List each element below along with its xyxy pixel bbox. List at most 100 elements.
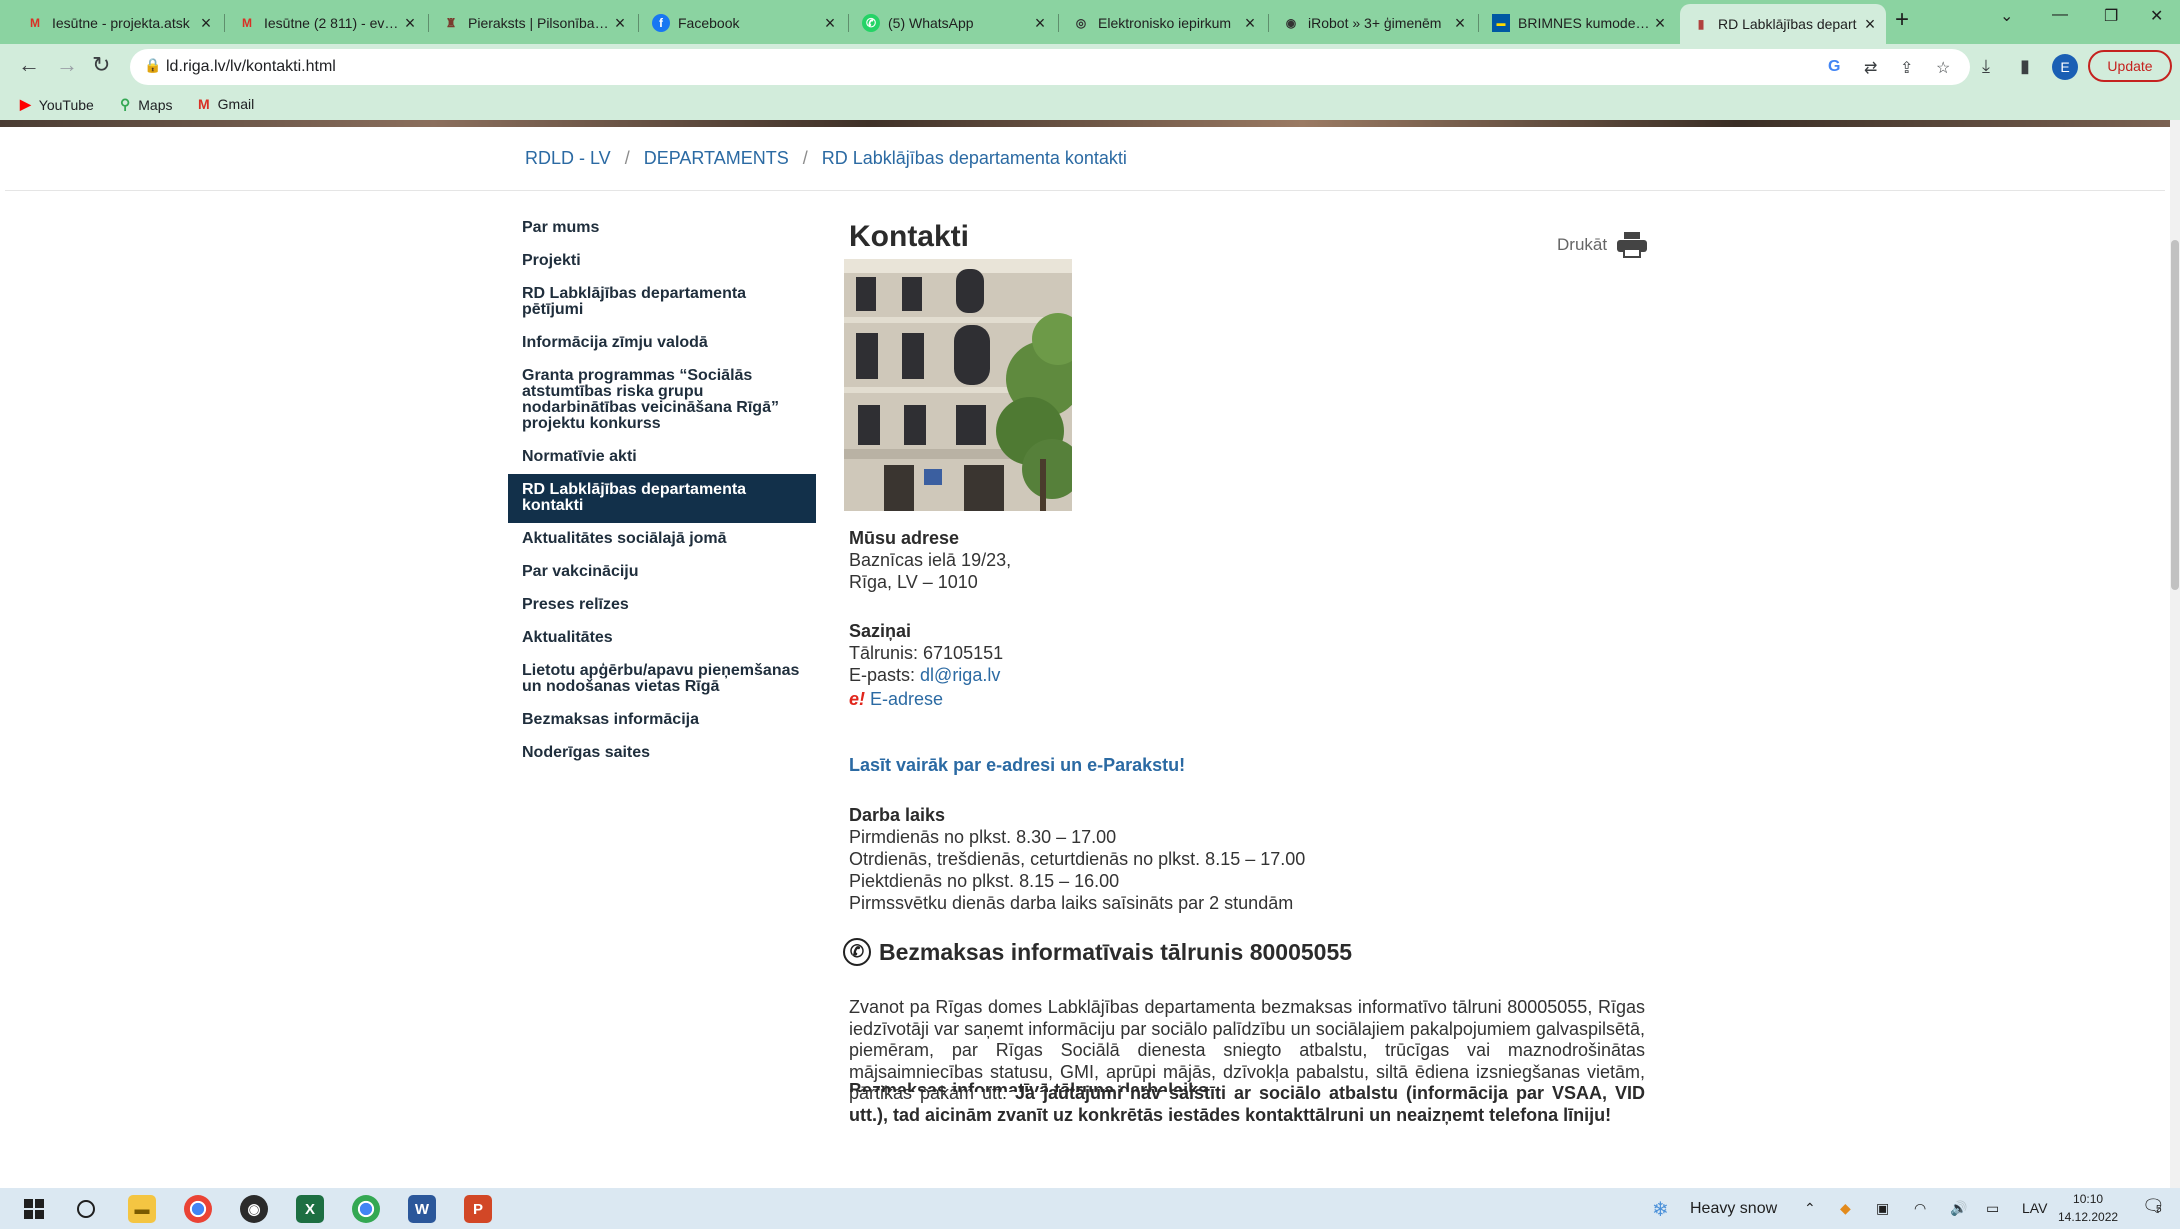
browser-tab-active[interactable]: ▮ RD Labklājības depart × [1680,4,1886,44]
bookmark-star-icon[interactable]: ☆ [1936,58,1950,78]
sidenav-item-active[interactable]: RD Labklājības departamenta kontakti [508,474,816,523]
clock[interactable]: 10:10 14.12.2022 [2058,1190,2118,1226]
address-bar[interactable]: 🔒 ld.riga.lv/lv/kontakti.html G ⇄ ⇪ ☆ [130,49,1970,85]
tab-title: Iesūtne (2 811) - evija. [264,15,400,31]
bookmark-youtube[interactable]: ▶ YouTube [20,96,94,113]
hotline-heading: ✆ Bezmaksas informatīvais tālrunis 80005… [843,938,1352,966]
tab-title: (5) WhatsApp [888,15,974,31]
browser-tab[interactable]: ▬ BRIMNES kumode ar 3 × [1480,6,1676,40]
chevron-up-icon[interactable]: ⌃ [1804,1200,1816,1217]
forward-icon[interactable]: → [56,52,78,78]
close-icon[interactable]: × [400,13,420,34]
scrollbar[interactable] [2170,120,2180,1188]
close-icon[interactable]: × [820,13,840,34]
hours-line: Pirmdienās no plkst. 8.30 – 17.00 [849,827,1117,847]
sidenav-item[interactable]: Par vakcināciju [508,556,816,589]
download-icon[interactable]: ⤓ [1982,56,1990,77]
tab-divider [1268,14,1269,32]
browser-tab[interactable]: ◎ Elektronisko iepirkum × [1060,6,1266,40]
back-icon[interactable]: ← [18,52,40,78]
e-address-icon: e! [849,689,866,709]
bookmark-gmail[interactable]: M Gmail [198,96,254,112]
close-icon[interactable]: × [1650,13,1670,34]
side-panel-icon[interactable]: ▮ [2020,56,2030,77]
share-icon[interactable]: ⇪ [1900,58,1913,78]
read-more-link[interactable]: Lasīt vairāk par e-adresi un e-Parakstu! [849,755,1185,775]
close-icon[interactable]: × [1030,13,1050,34]
email-label: E-pasts: [849,665,921,685]
search-icon[interactable] [72,1195,100,1223]
profile-avatar[interactable]: E [2052,54,2078,80]
breadcrumb-link[interactable]: DEPARTAMENTS [644,148,789,169]
address-section: Mūsu adrese Baznīcas ielā 19/23, Rīga, L… [849,527,1011,593]
browser-tab[interactable]: f Facebook × [640,6,846,40]
close-window-icon[interactable]: ✕ [2150,6,2163,26]
email-link[interactable]: dl@riga.lv [920,665,1000,685]
sidenav-item[interactable]: Informācija zīmju valodā [508,327,816,360]
gmail-icon: M [198,96,210,112]
read-more-row: Lasīt vairāk par e-adresi un e-Parakstu! [849,754,1185,776]
translate-icon[interactable]: ⇄ [1864,58,1877,78]
file-explorer-icon[interactable]: ▬ [128,1195,156,1223]
language-indicator[interactable]: LAV [2022,1200,2047,1216]
snow-weather-icon[interactable]: ❄ [1652,1197,1669,1222]
header-banner-image [0,120,2170,127]
close-icon[interactable]: × [1860,14,1880,35]
app-tray-icon[interactable]: ◆ [1840,1200,1851,1217]
wifi-icon[interactable]: ◠ [1914,1200,1926,1217]
tab-title: iRobot » 3+ ģimenēm [1308,15,1442,31]
display-icon[interactable]: ▣ [1876,1200,1889,1217]
print-button[interactable]: Drukāt [1557,232,1648,258]
page-title: Kontakti [849,220,969,253]
tab-search-icon[interactable]: ⌄ [2000,6,2013,26]
close-icon[interactable]: × [196,13,216,34]
sidenav-item[interactable]: Noderīgas saites [508,737,816,770]
bookmark-maps[interactable]: ⚲ Maps [120,96,173,113]
browser-tab[interactable]: ◉ iRobot » 3+ ģimenēm × [1270,6,1476,40]
battery-icon[interactable]: ▭ [1986,1200,1999,1217]
start-button[interactable] [20,1195,48,1223]
sidenav-item[interactable]: Aktualitātes [508,622,816,655]
powerpoint-icon[interactable]: P [464,1195,492,1223]
sidenav-item[interactable]: Aktualitātes sociālajā jomā [508,523,816,556]
restore-icon[interactable]: ❐ [2104,6,2118,26]
breadcrumb-link[interactable]: RDLD - LV [525,148,611,169]
volume-icon[interactable]: 🔊 [1950,1200,1967,1217]
sidenav-item[interactable]: Bezmaksas informācija [508,704,816,737]
scrollbar-thumb[interactable] [2171,240,2179,590]
close-icon[interactable]: × [1240,13,1260,34]
new-tab-button[interactable]: + [1895,6,1909,34]
browser-tab[interactable]: M Iesūtne (2 811) - evija. × [226,6,426,40]
weather-text[interactable]: Heavy snow [1690,1200,1777,1218]
eaddress-link[interactable]: E-adrese [870,689,943,709]
tab-divider [224,14,225,32]
close-icon[interactable]: × [1450,13,1470,34]
word-icon[interactable]: W [408,1195,436,1223]
sidenav-item[interactable]: Normatīvie akti [508,441,816,474]
browser-tab[interactable]: ♜ Pieraksts | Pilsonības u × [430,6,636,40]
reload-icon[interactable]: ↻ [92,52,110,78]
eaddress-row[interactable]: e! E-adrese [849,688,1003,710]
sidenav-item[interactable]: Preses relīzes [508,589,816,622]
url-text[interactable]: ld.riga.lv/lv/kontakti.html [166,58,336,76]
chrome-icon[interactable] [184,1195,212,1223]
browser-tab[interactable]: M Iesūtne - projekta.atsk × [14,6,222,40]
contact-section: Saziņai Tālrunis: 67105151 E-pasts: dl@r… [849,620,1003,710]
minimize-icon[interactable]: — [2052,6,2068,24]
browser-tab-strip: M Iesūtne - projekta.atsk × M Iesūtne (2… [0,0,2180,44]
tab-title: RD Labklājības depart [1718,16,1857,32]
google-lens-icon[interactable]: G [1828,58,1840,76]
browser-tab[interactable]: ✆ (5) WhatsApp × [850,6,1056,40]
close-icon[interactable]: × [610,13,630,34]
sidenav-item[interactable]: Projekti [508,245,816,278]
sidenav-item[interactable]: RD Labklājības departamenta pētījumi [508,278,816,327]
sidenav-item[interactable]: Par mums [508,212,816,245]
excel-icon[interactable]: X [296,1195,324,1223]
chrome-profile-icon[interactable] [352,1195,380,1223]
sidenav-item[interactable]: Granta programmas “Sociālās atstumtības … [508,360,816,441]
obs-icon[interactable]: ◉ [240,1195,268,1223]
breadcrumb-current[interactable]: RD Labklājības departamenta kontakti [822,148,1127,169]
update-button[interactable]: Update [2088,50,2172,82]
sidenav-item[interactable]: Lietotu apģērbu/apavu pieņemšanas un nod… [508,655,816,704]
tab-divider [428,14,429,32]
